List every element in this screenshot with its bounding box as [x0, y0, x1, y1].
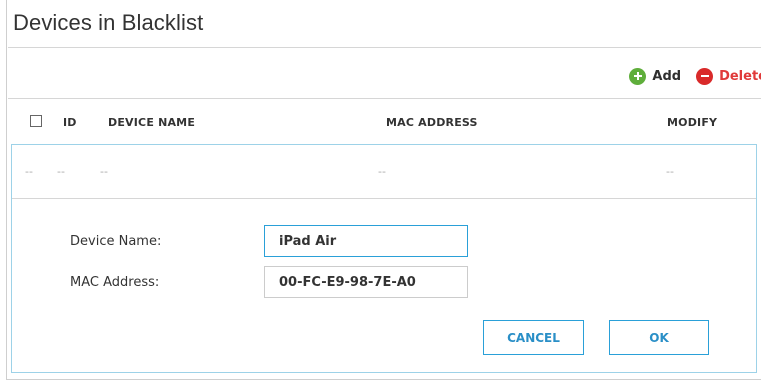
plus-circle-icon: [629, 67, 647, 85]
page-title: Devices in Blacklist: [13, 10, 204, 35]
title-divider: [8, 47, 761, 48]
table-toolbar: Add Delete: [629, 66, 761, 86]
select-all-checkbox[interactable]: [30, 115, 42, 127]
edit-row-panel: -- -- -- -- -- Device Name: MAC Address:…: [11, 144, 757, 373]
cancel-button[interactable]: CANCEL: [483, 320, 584, 355]
ok-button[interactable]: OK: [609, 320, 709, 355]
mac-address-input[interactable]: [264, 266, 468, 298]
column-header-modify[interactable]: MODIFY: [667, 116, 717, 129]
empty-row-id: --: [57, 165, 65, 178]
delete-button[interactable]: Delete: [696, 67, 761, 85]
mac-address-label: MAC Address:: [70, 275, 160, 290]
add-button-label: Add: [652, 68, 682, 84]
column-header-id[interactable]: ID: [63, 116, 77, 129]
device-name-label: Device Name:: [70, 234, 162, 249]
table-header: ID DEVICE NAME MAC ADDRESS MODIFY: [8, 99, 761, 145]
empty-row-mac-address: --: [378, 165, 386, 178]
column-header-device-name[interactable]: DEVICE NAME: [108, 116, 195, 129]
row-divider: [12, 198, 756, 199]
column-header-mac-address[interactable]: MAC ADDRESS: [386, 116, 478, 129]
empty-row-device-name: --: [100, 165, 108, 178]
empty-row-modify: --: [666, 165, 674, 178]
device-name-input[interactable]: [264, 225, 468, 257]
minus-circle-icon: [696, 67, 714, 85]
delete-button-label: Delete: [719, 68, 761, 84]
add-button[interactable]: Add: [629, 67, 682, 85]
empty-row-check: --: [25, 165, 33, 178]
